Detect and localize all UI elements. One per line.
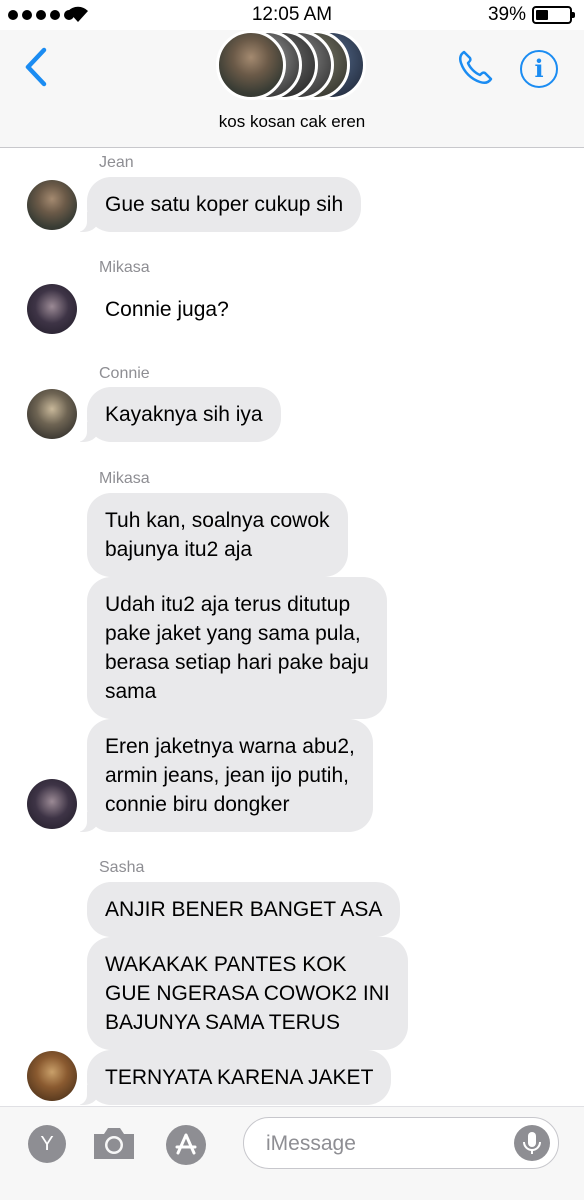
group-avatar-stack[interactable]: [216, 30, 368, 102]
back-chevron-icon[interactable]: [20, 46, 52, 88]
sender-name: Mikasa: [99, 259, 150, 276]
avatar[interactable]: [27, 389, 77, 439]
battery-icon: [532, 6, 575, 24]
avatar[interactable]: [27, 284, 77, 334]
status-bar: 12:05 AM 39%: [0, 0, 584, 30]
battery-percent: 39%: [487, 4, 526, 25]
message-bubble[interactable]: Connie juga?: [87, 282, 247, 337]
avatar[interactable]: [27, 779, 77, 829]
phone-icon[interactable]: [455, 48, 495, 88]
info-icon[interactable]: i: [520, 50, 558, 88]
message-input-placeholder: iMessage: [266, 1132, 356, 1155]
message-input[interactable]: iMessage: [243, 1117, 559, 1169]
sender-name: Jean: [99, 154, 134, 171]
conversation-header: kos kosan cak eren i: [0, 30, 584, 148]
group-member-avatar: [216, 30, 286, 100]
message-bubble[interactable]: Tuh kan, soalnya cowok bajunya itu2 aja: [87, 493, 348, 577]
y-app-button[interactable]: Y: [28, 1125, 66, 1163]
message-bubble[interactable]: TERNYATA KARENA JAKET: [76, 1050, 392, 1105]
microphone-icon[interactable]: [514, 1125, 550, 1161]
message-bubble[interactable]: Eren jaketnya warna abu2, armin jeans, j…: [77, 719, 373, 832]
sender-name: Mikasa: [99, 470, 150, 487]
avatar[interactable]: [27, 180, 77, 230]
compose-bar: Y iMessage: [0, 1106, 584, 1200]
group-name[interactable]: kos kosan cak eren: [0, 112, 584, 132]
message-bubble[interactable]: Udah itu2 aja terus ditutup pake jaket y…: [87, 577, 387, 719]
sender-name: Connie: [99, 365, 150, 382]
message-bubble[interactable]: ANJIR BENER BANGET ASA: [87, 882, 401, 937]
message-bubble[interactable]: Kayaknya sih iya: [77, 387, 281, 442]
avatar[interactable]: [27, 1051, 77, 1101]
app-store-icon[interactable]: [166, 1125, 206, 1165]
message-bubble[interactable]: WAKAKAK PANTES KOK GUE NGERASA COWOK2 IN…: [87, 937, 408, 1050]
sender-name: Sasha: [99, 859, 145, 876]
message-bubble[interactable]: Gue satu koper cukup sih: [76, 177, 362, 232]
camera-icon[interactable]: [90, 1123, 138, 1163]
